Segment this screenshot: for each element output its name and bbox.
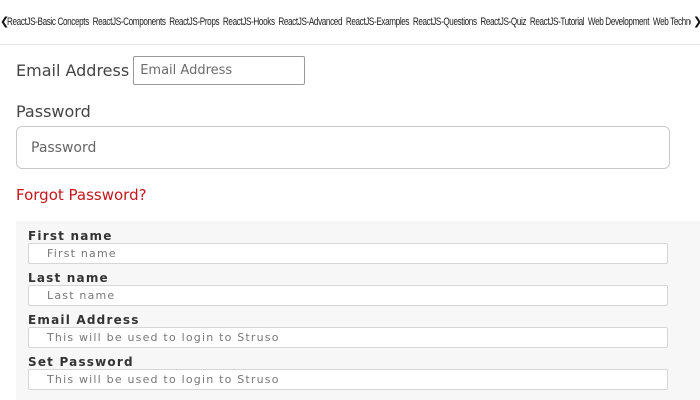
tag-link[interactable]: Web Development — [588, 16, 650, 28]
forgot-password-link[interactable]: Forgot Password? — [16, 186, 147, 204]
last-name-input[interactable] — [28, 285, 668, 306]
first-name-label: First name — [28, 229, 113, 243]
scroll-left-icon[interactable]: ❮ — [0, 14, 9, 30]
set-password-label: Set Password — [28, 355, 134, 369]
signup-email-label: Email Address — [28, 313, 140, 327]
tag-link[interactable]: ReactJS-Tutorial — [530, 16, 585, 28]
tag-link[interactable]: ReactJS-Hooks — [223, 16, 275, 28]
tag-link[interactable]: ReactJS-Components — [93, 16, 166, 28]
set-password-input[interactable] — [28, 369, 668, 390]
topic-tags: ReactJS-Basic Concepts ReactJS-Component… — [7, 16, 700, 28]
email-label: Email Address — [16, 60, 130, 80]
topic-tag-strip: ❮ ReactJS-Basic Concepts ReactJS-Compone… — [0, 0, 700, 45]
tag-link[interactable]: ReactJS-Basic Concepts — [7, 16, 89, 28]
email-input[interactable] — [133, 55, 306, 85]
tag-link[interactable]: ReactJS-Quiz — [480, 16, 526, 28]
scroll-right-icon[interactable]: ❯ — [691, 14, 700, 30]
signup-email-input[interactable] — [28, 327, 668, 348]
tag-link[interactable]: ReactJS-Props — [169, 16, 219, 28]
first-name-input[interactable] — [28, 243, 668, 264]
tag-link[interactable]: ReactJS-Examples — [346, 16, 410, 28]
password-input[interactable] — [16, 126, 670, 169]
email-row: Email Address — [16, 54, 306, 86]
signup-form: First name Last name Email Address Set P… — [16, 221, 700, 400]
last-name-label: Last name — [28, 271, 109, 285]
password-label: Password — [16, 102, 91, 121]
tag-link[interactable]: ReactJS-Advanced — [278, 16, 342, 28]
tag-link[interactable]: ReactJS-Questions — [413, 16, 477, 28]
